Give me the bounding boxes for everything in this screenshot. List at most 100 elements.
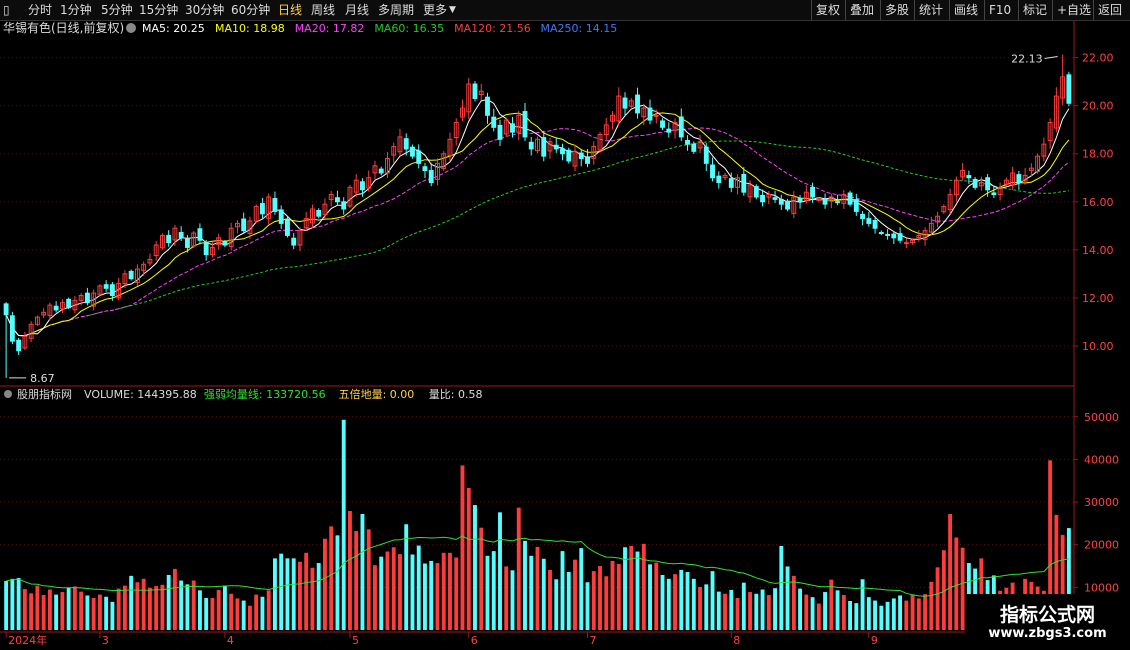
tab-multi-period[interactable]: 多周期: [378, 0, 414, 20]
candle-down: [647, 107, 653, 121]
candle-down: [972, 178, 978, 188]
volume-legend-name: 强弱均量线: [204, 387, 259, 401]
volume-legend-item: 五倍地量: 0.00: [339, 387, 415, 401]
volume-legend-colon: :: [383, 388, 390, 401]
candle-down: [991, 192, 997, 196]
draw-button[interactable]: 画线: [949, 0, 982, 20]
settings-icon: [126, 23, 136, 33]
tab-more[interactable]: 更多: [423, 0, 447, 20]
volume-bar-up: [904, 600, 909, 630]
candle-down: [360, 181, 365, 191]
volume-tick-label: 40000: [1084, 453, 1119, 466]
tab-5min[interactable]: 5分钟: [101, 0, 133, 20]
volume-bar-up: [504, 566, 509, 630]
volume-bar-down: [4, 580, 9, 630]
volume-legend-colon: :: [259, 388, 266, 401]
ma-legend-colon: :: [166, 22, 173, 35]
volume-bar-up: [641, 543, 646, 630]
volume-legend-colon: :: [451, 388, 458, 401]
tab-day[interactable]: 日线: [278, 0, 302, 20]
volume-bar-down: [854, 603, 859, 630]
ma-legend-name: MA20: [295, 22, 326, 35]
kline-chart[interactable]: 22.00 20.00 18.00 16.00 14.00 12.00 10.00 5000…: [0, 0, 1130, 650]
ma-legend-value: 14.15: [586, 22, 618, 35]
volume-bar-down: [473, 505, 477, 630]
chevron-down-icon[interactable]: ▼: [449, 0, 456, 20]
candle-down: [666, 128, 672, 133]
volume-bar-up: [266, 590, 271, 630]
volume-bar-down: [741, 582, 746, 630]
volume-bar-up: [435, 563, 440, 630]
adjust-button[interactable]: 复权: [811, 0, 844, 20]
date-label: 7: [590, 634, 597, 647]
ma-legend-name: MA60: [374, 22, 405, 35]
candle-down: [760, 194, 765, 203]
volume-bar-up: [604, 576, 609, 630]
add-favorite-button[interactable]: +自选: [1052, 0, 1095, 20]
volume-bar-down: [335, 535, 340, 630]
volume-bar-down: [16, 577, 21, 630]
candle-up: [903, 242, 909, 245]
candle-down: [622, 97, 628, 109]
volume-bar-down: [129, 575, 134, 630]
candle-down: [872, 220, 878, 229]
candle-down: [528, 141, 534, 150]
menu-icon[interactable]: ▯: [3, 0, 10, 20]
candle-down: [566, 149, 572, 162]
tab-fenshi[interactable]: 分时: [28, 0, 52, 20]
candle-down: [853, 199, 859, 212]
volume-bar-up: [654, 562, 659, 630]
volume-bar-up: [229, 593, 234, 630]
tab-60min[interactable]: 60分钟: [231, 0, 270, 20]
volume-bar-up: [147, 587, 152, 630]
f10-button[interactable]: F10: [984, 0, 1015, 20]
volume-bar-up: [310, 567, 315, 630]
volume-bar-down: [666, 578, 671, 630]
mark-button[interactable]: 标记: [1018, 0, 1051, 20]
volume-bar-up: [160, 584, 165, 630]
volume-bar-down: [379, 556, 384, 630]
tab-week[interactable]: 周线: [311, 0, 335, 20]
volume-bar-down: [510, 570, 515, 630]
volume-bar-up: [210, 598, 215, 630]
candle-down: [491, 116, 497, 128]
candle-down: [66, 298, 72, 309]
tab-month[interactable]: 月线: [345, 0, 369, 20]
candle-down: [847, 192, 853, 205]
candle-down: [685, 140, 690, 145]
ma20-line: [5, 127, 1070, 337]
volume-bar-down: [891, 598, 896, 630]
ma-legend-value: 20.25: [173, 22, 205, 35]
back-button[interactable]: 返回: [1093, 0, 1126, 20]
volume-bar-up: [354, 531, 359, 630]
candle-down: [772, 197, 778, 200]
volume-bar-down: [410, 554, 415, 630]
volume-bar-up: [923, 594, 928, 630]
date-label: 9: [871, 634, 878, 647]
volume-legend-item: VOLUME: 144395.88: [84, 388, 197, 401]
volume-bar-down: [648, 564, 652, 630]
volume-bar-down: [285, 558, 290, 630]
tab-30min[interactable]: 30分钟: [185, 0, 224, 20]
stats-button[interactable]: 统计: [914, 0, 947, 20]
volume-bar-up: [454, 557, 459, 630]
candle-down: [166, 234, 172, 244]
volume-bar-down: [423, 563, 427, 630]
overlay-button[interactable]: 叠加: [845, 0, 878, 20]
candle-down: [716, 175, 722, 184]
candle-down: [403, 138, 409, 150]
candle-down: [416, 150, 422, 164]
multi-stock-button[interactable]: 多股: [880, 0, 913, 20]
candle-down: [16, 339, 22, 352]
price-tick-label: 16.00: [1082, 196, 1114, 209]
watermark: 指标公式网 www.zbgs3.com: [965, 594, 1130, 650]
candle-up: [816, 198, 822, 201]
candle-down: [422, 166, 428, 172]
volume-bar-down: [873, 600, 878, 630]
tab-1min[interactable]: 1分钟: [60, 0, 92, 20]
volume-bar-down: [104, 596, 109, 630]
volume-bar-down: [716, 591, 721, 630]
volume-bar-down: [204, 598, 209, 630]
tab-15min[interactable]: 15分钟: [139, 0, 178, 20]
date-label: 8: [733, 634, 740, 647]
